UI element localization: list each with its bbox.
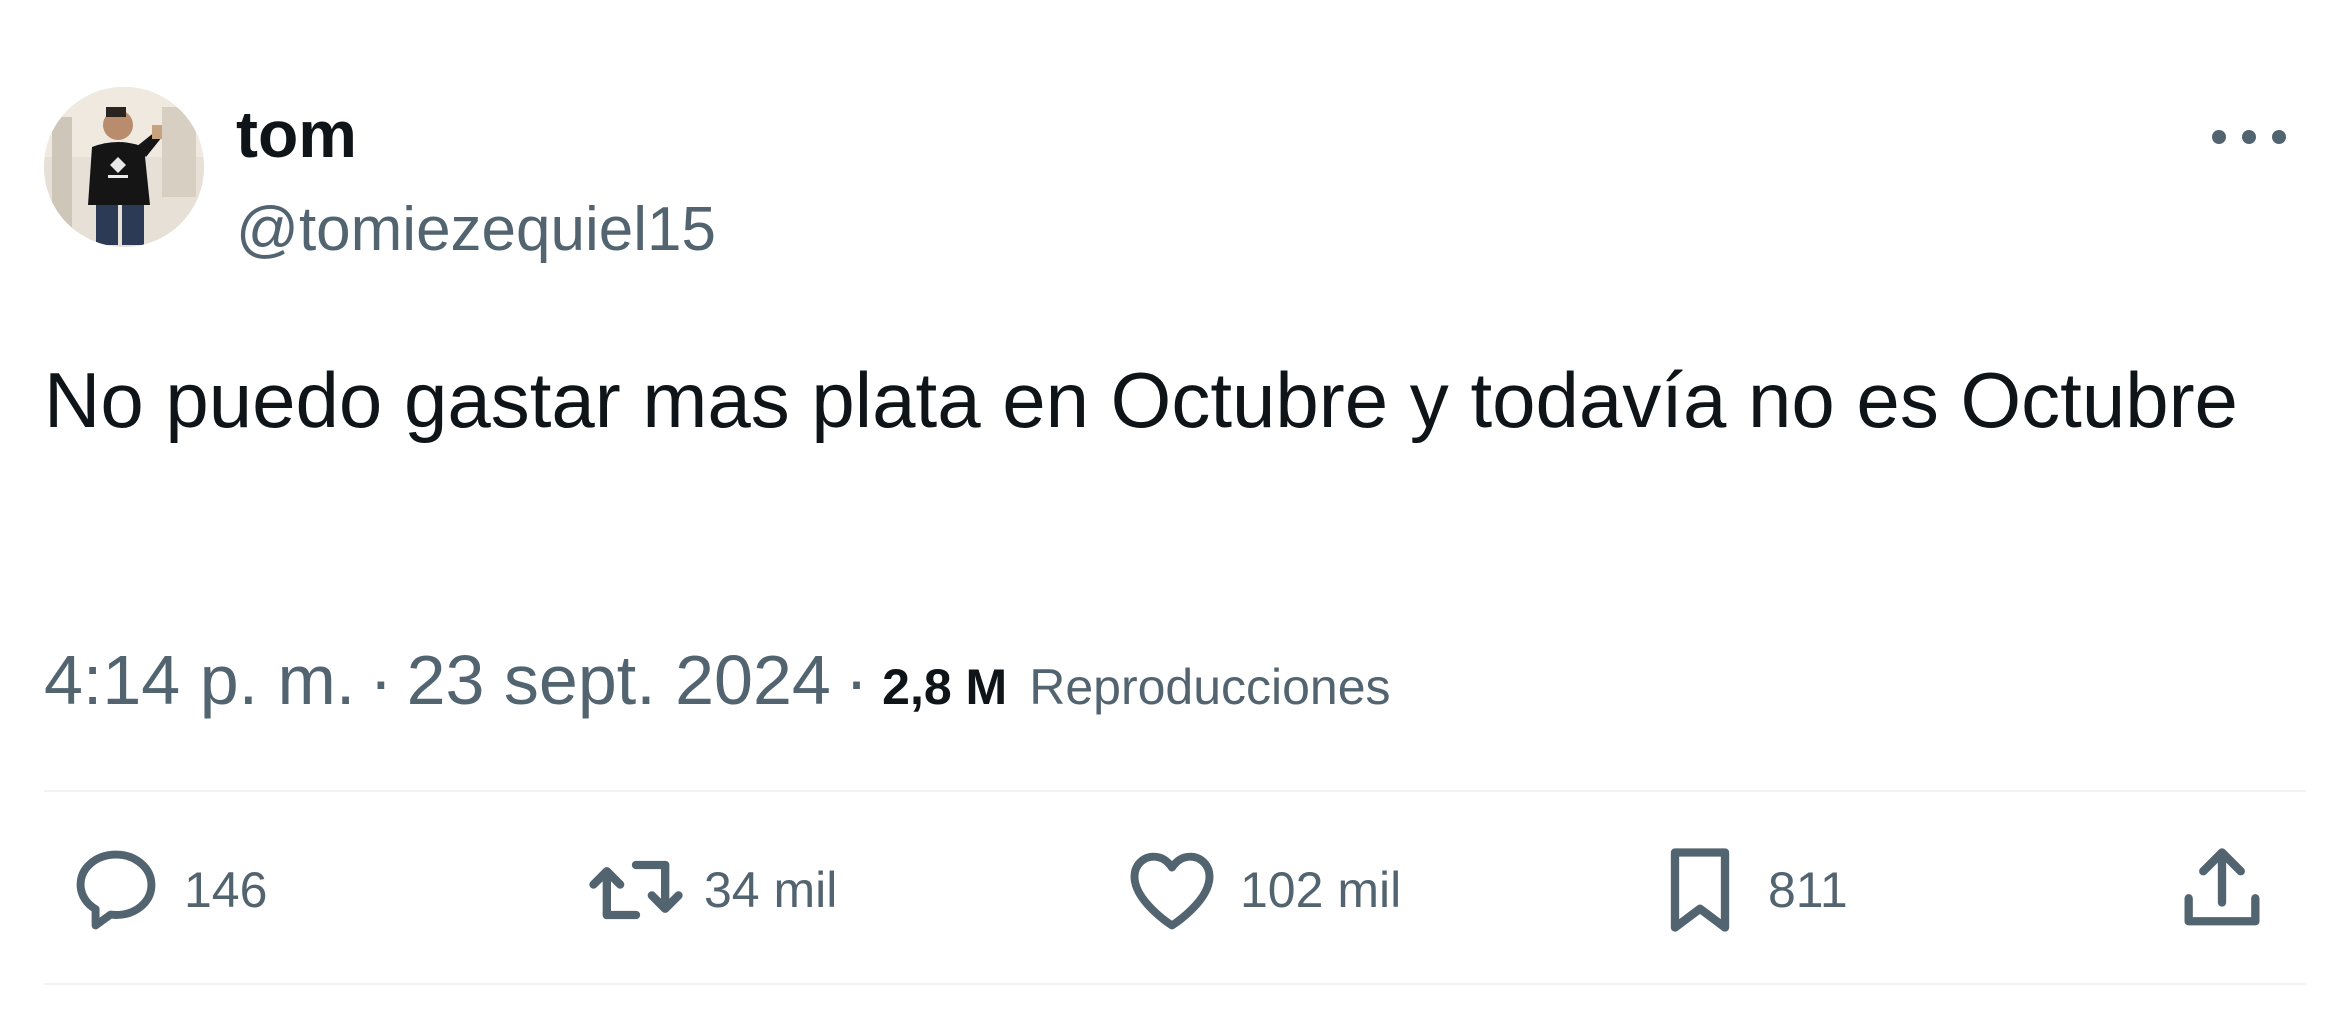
- heart-icon: [1130, 852, 1214, 930]
- retweet-button[interactable]: 34 mil: [586, 830, 837, 950]
- share-button[interactable]: [2172, 830, 2272, 950]
- tweet-meta: 4:14 p. m. · 23 sept. 2024 · 2,8 M Repro…: [44, 640, 1391, 720]
- reply-count: 146: [184, 862, 268, 918]
- tweet-card: tom @tomiezequiel15 No puedo gastar mas …: [0, 0, 2350, 1013]
- bookmark-count: 811: [1768, 862, 1848, 918]
- meta-separator: ·: [369, 641, 393, 719]
- views-count[interactable]: 2,8 M: [882, 658, 1007, 716]
- reply-bubble-icon: [76, 850, 156, 930]
- meta-separator: ·: [844, 641, 869, 719]
- tweet-text: No puedo gastar mas plata en Octubre y t…: [44, 356, 2238, 444]
- more-options-button[interactable]: [2204, 112, 2294, 162]
- like-button[interactable]: 102 mil: [1122, 830, 1401, 950]
- share-upload-icon: [2184, 848, 2260, 926]
- bookmark-icon: [1670, 848, 1730, 932]
- bookmark-button[interactable]: 811: [1650, 830, 1848, 950]
- divider: [44, 983, 2306, 985]
- tweet-date[interactable]: 23 sept. 2024: [407, 640, 831, 720]
- tweet-time[interactable]: 4:14 p. m.: [44, 640, 355, 720]
- retweet-icon: [589, 860, 683, 920]
- avatar-image: [44, 87, 204, 247]
- reply-button[interactable]: 146: [66, 830, 267, 950]
- divider: [44, 790, 2306, 792]
- like-count: 102 mil: [1240, 862, 1402, 918]
- user-handle[interactable]: @tomiezequiel15: [236, 193, 716, 267]
- more-horizontal-icon: [2212, 130, 2286, 144]
- views-label[interactable]: Reproducciones: [1029, 658, 1390, 716]
- avatar[interactable]: [44, 87, 204, 247]
- display-name[interactable]: tom: [236, 94, 357, 174]
- retweet-count: 34 mil: [704, 862, 838, 918]
- action-bar: 146 34 mil 102 mil 811: [0, 830, 2350, 950]
